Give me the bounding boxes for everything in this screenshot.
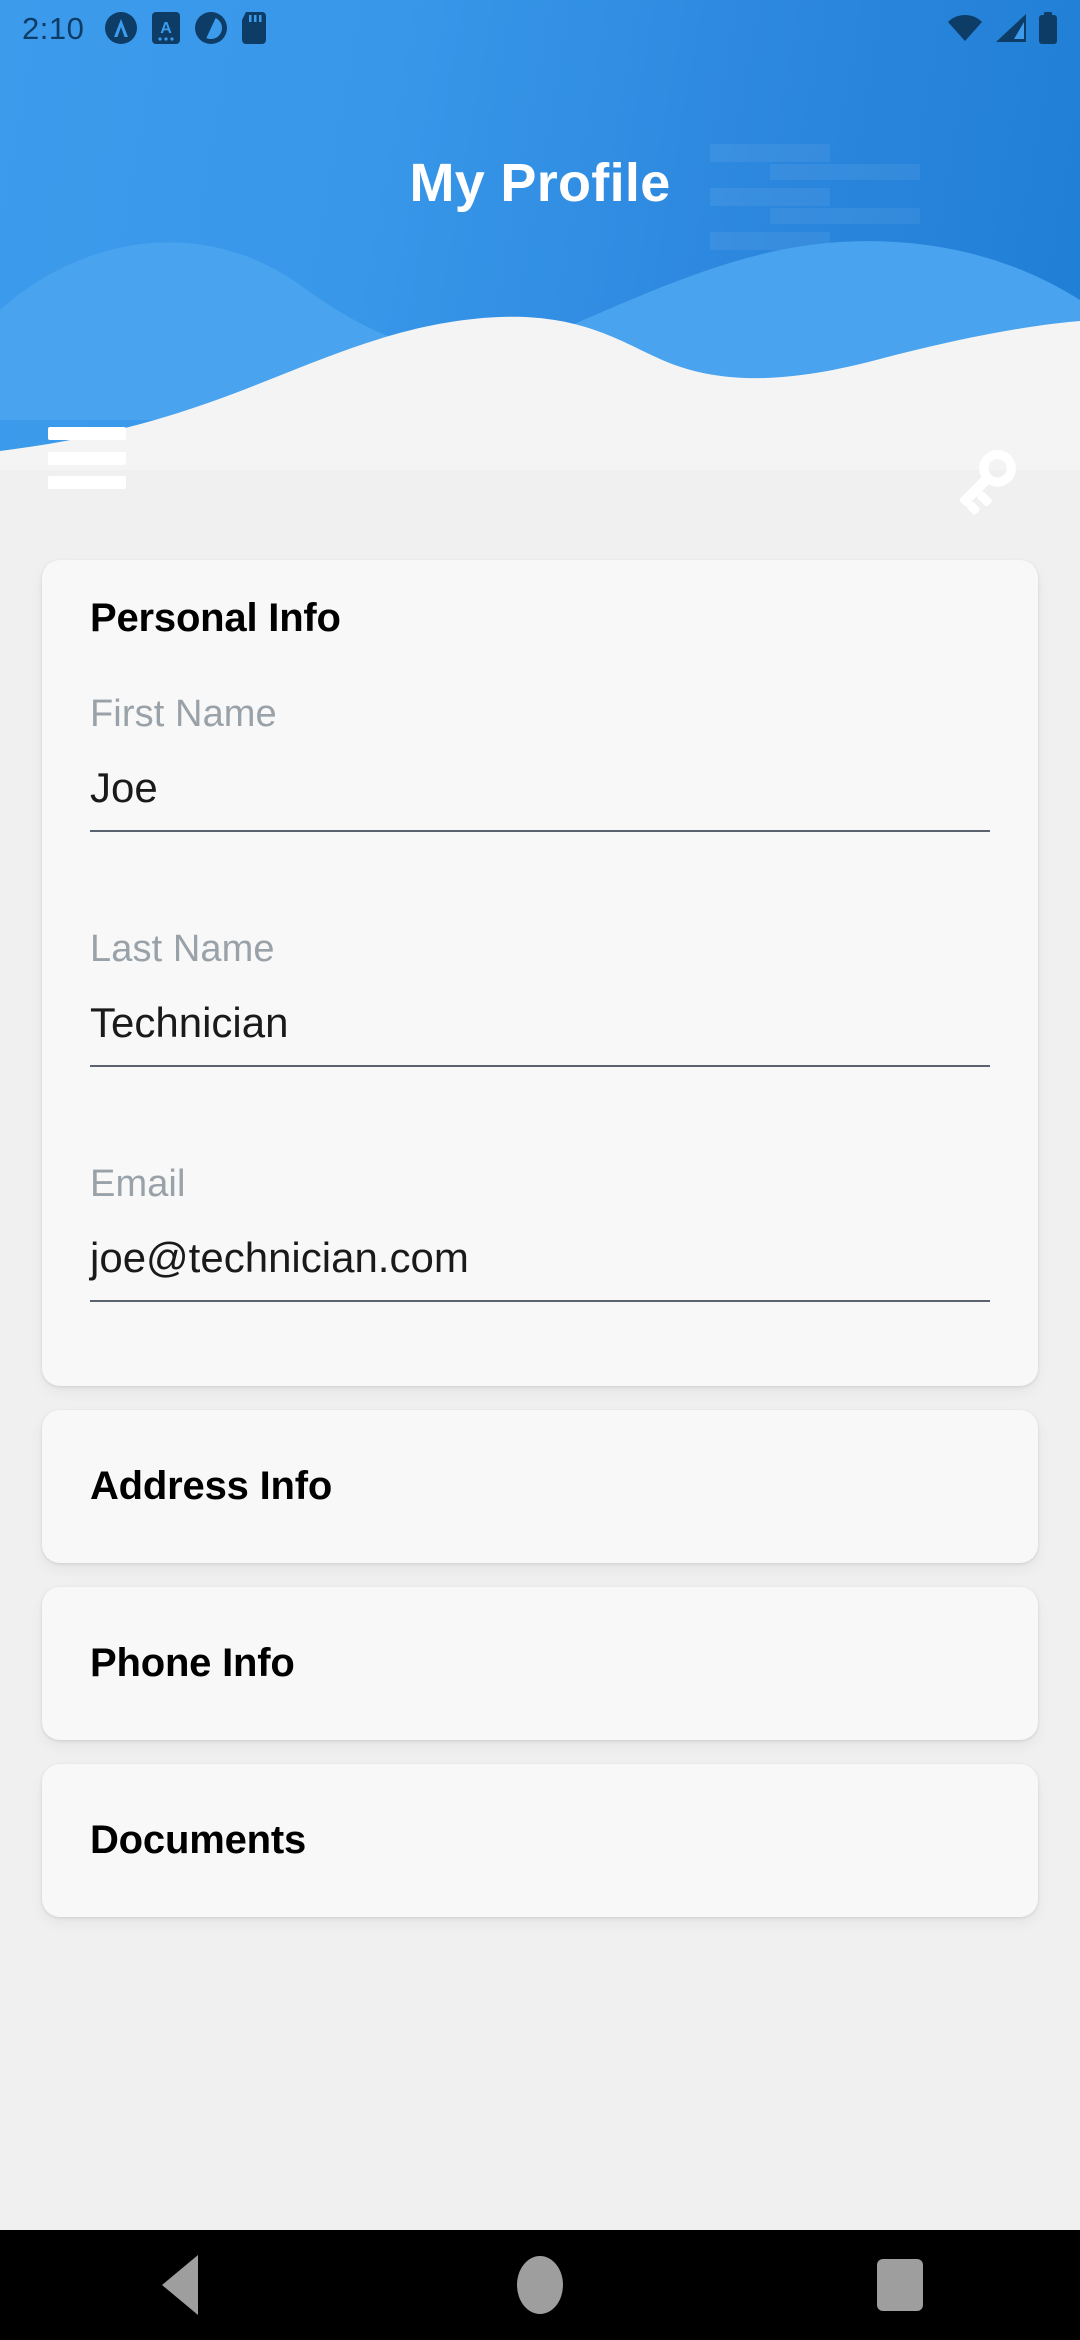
status-bar-system-icons [946, 12, 1058, 44]
field-label-last-name: Last Name [90, 928, 275, 970]
field-value-last-name[interactable]: Technician [90, 999, 990, 1065]
status-bar: 2:10 A [0, 0, 1080, 56]
key-icon[interactable] [942, 435, 1042, 535]
sd-card-icon [242, 12, 267, 44]
section-title-documents: Documents [90, 1818, 307, 1862]
wifi-icon [948, 14, 982, 41]
hamburger-bar [48, 427, 126, 440]
phone-screen: 2:10 A My Profile Personal Info First Na… [0, 0, 1080, 2340]
section-title-phone-info: Phone Info [90, 1641, 295, 1685]
recents-square-icon [877, 2259, 923, 2311]
screenshot-app-icon: A [152, 12, 181, 44]
section-card-phone-info[interactable]: Phone Info [42, 1587, 1038, 1740]
section-title-address-info: Address Info [90, 1464, 333, 1508]
section-card-documents[interactable]: Documents [42, 1764, 1038, 1917]
cellular-signal-icon [996, 14, 1026, 42]
svg-text:A: A [161, 20, 173, 37]
section-title-personal-info: Personal Info [90, 596, 341, 640]
field-value-email[interactable]: joe@technician.com [90, 1234, 990, 1300]
hamburger-menu-icon[interactable] [48, 427, 126, 489]
section-card-address-info[interactable]: Address Info [42, 1410, 1038, 1563]
hamburger-bar [48, 476, 126, 489]
android-navigation-bar [0, 2230, 1080, 2340]
status-bar-notification-icons: A [104, 11, 267, 45]
header-wave-white [0, 316, 1080, 470]
field-spacer [90, 1067, 990, 1111]
hamburger-bar [48, 451, 126, 465]
form-field-last-name[interactable]: Last Name Technician [90, 928, 990, 1067]
nav-recents-button[interactable] [800, 2230, 1000, 2340]
field-label-first-name: First Name [90, 693, 277, 735]
page-title: My Profile [409, 153, 671, 213]
nav-home-button[interactable] [440, 2230, 640, 2340]
field-value-first-name[interactable]: Joe [90, 764, 990, 830]
nav-back-button[interactable] [80, 2230, 280, 2340]
home-circle-icon [517, 2256, 563, 2314]
nova-launcher-icon [105, 12, 138, 44]
field-spacer [90, 1302, 990, 1346]
form-field-first-name[interactable]: First Name Joe [90, 693, 990, 832]
form-field-email[interactable]: Email joe@technician.com [90, 1163, 990, 1302]
field-spacer [90, 832, 990, 876]
back-triangle-icon [162, 2255, 198, 2315]
status-bar-clock: 2:10 [22, 10, 85, 46]
key-glyph [959, 449, 1016, 515]
field-label-email: Email [90, 1163, 186, 1205]
app-header [0, 0, 1080, 470]
battery-icon [1039, 12, 1057, 44]
section-card-personal-info[interactable]: Personal Info First Name Joe Last Name T… [42, 560, 1038, 1386]
clock-app-icon [195, 12, 228, 44]
profile-sections-list[interactable]: Personal Info First Name Joe Last Name T… [0, 560, 1080, 2230]
